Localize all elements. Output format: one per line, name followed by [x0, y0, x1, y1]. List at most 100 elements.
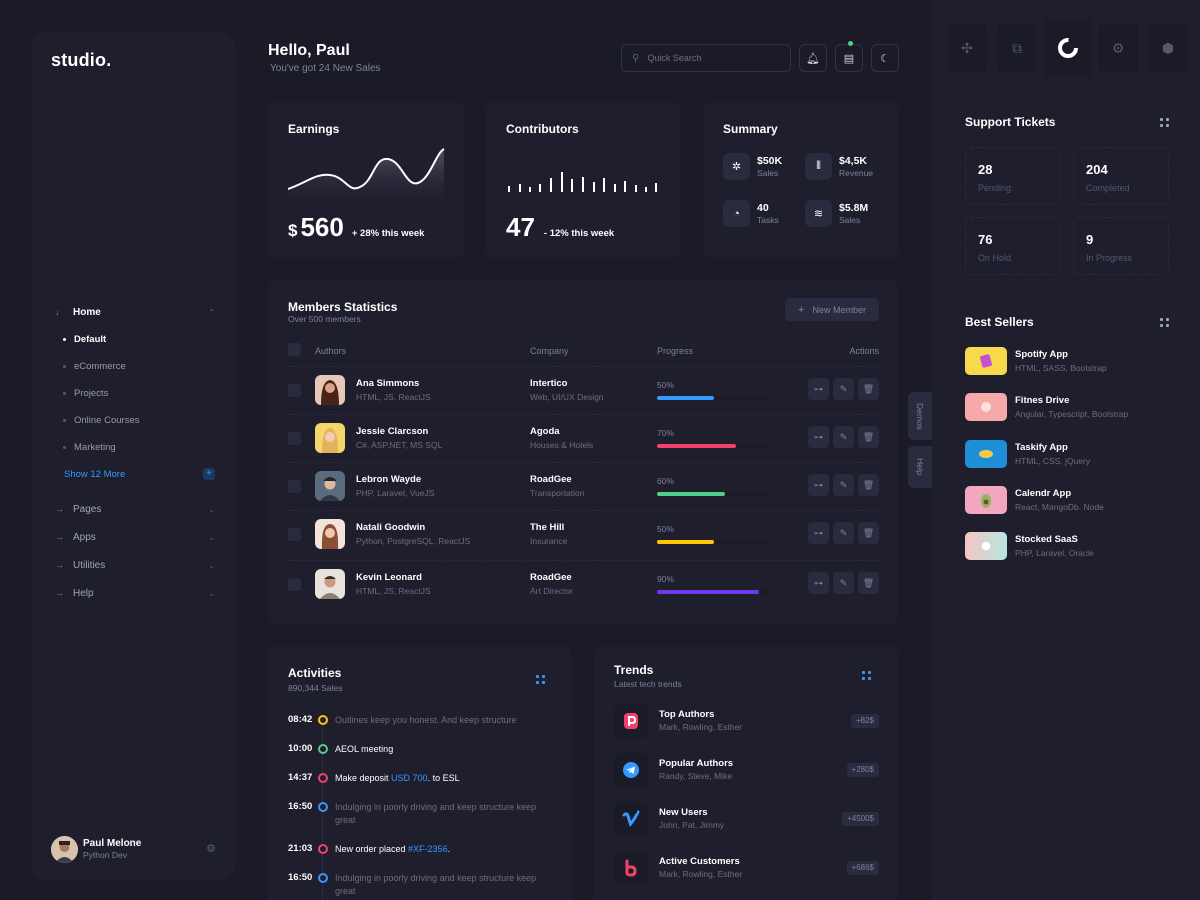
menu-dots-icon[interactable] — [862, 671, 872, 681]
sidebar-item-apps[interactable]: → Apps ⌄ — [31, 523, 235, 551]
sidebar-item-pages[interactable]: → Pages ⌄ — [31, 495, 235, 523]
logo[interactable]: studio. — [51, 50, 111, 71]
search-icon: ⚲ — [632, 52, 640, 64]
help-tab[interactable]: Help — [908, 446, 932, 488]
progress-label: 60% — [657, 476, 675, 486]
fan-icon[interactable]: ✣ — [947, 23, 987, 73]
trend-item[interactable]: Popular Authors Randy, Steve, Mike +280$ — [614, 753, 879, 789]
layers-icon[interactable]: ⧉ — [997, 23, 1037, 73]
toggle-button[interactable]: ⊶ — [808, 378, 829, 400]
sidebar-subitem-label: Default — [74, 334, 107, 345]
summary-label: Sales — [757, 168, 779, 178]
edit-button[interactable]: ✎ — [833, 426, 854, 448]
member-company-sub: Insurance — [530, 536, 568, 546]
edit-button[interactable]: ✎ — [833, 572, 854, 594]
column-header: Authors — [315, 346, 347, 356]
row-checkbox[interactable] — [288, 528, 301, 541]
sidebar-item-help[interactable]: → Help ⌄ — [31, 579, 235, 607]
seller-item[interactable]: Taskify App HTML, CSS, jQuery — [965, 440, 1175, 470]
timeline-dot — [318, 744, 328, 754]
new-member-button[interactable]: + New Member — [785, 298, 879, 321]
delete-button[interactable]: 🗑︎ — [858, 474, 879, 496]
member-name[interactable]: Kevin Leonard — [356, 572, 422, 583]
bullet-icon — [63, 446, 66, 449]
demos-tab[interactable]: Demos — [908, 392, 932, 440]
sidebar-subitem-online-courses[interactable]: Online Courses — [31, 407, 235, 434]
seller-item[interactable]: Fitnes Drive Angular, Typescript, Bootst… — [965, 393, 1175, 423]
member-name[interactable]: Ana Simmons — [356, 378, 419, 389]
plus-icon: + — [203, 468, 215, 480]
row-checkbox[interactable] — [288, 480, 301, 493]
avatar — [315, 423, 345, 453]
messages-button[interactable]: ▤ — [835, 41, 863, 72]
search-input[interactable] — [647, 53, 778, 63]
sidebar-item-utilities[interactable]: → Utilities ⌄ — [31, 551, 235, 579]
chevron-up-icon: ⌃ — [208, 307, 215, 317]
seller-item[interactable]: Stocked SaaS PHP, Laravel, Oracle — [965, 532, 1175, 562]
contributors-delta: - 12% this week — [543, 228, 615, 239]
seller-item[interactable]: Calendr App React, MangoDb. Node — [965, 486, 1175, 516]
sidebar-subitem-ecommerce[interactable]: eCommerce — [31, 353, 235, 380]
row-checkbox[interactable] — [288, 578, 301, 591]
menu-dots-icon[interactable] — [536, 675, 546, 685]
deposit-link[interactable]: USD 700 — [391, 773, 428, 783]
progress-fill — [657, 540, 714, 544]
row-checkbox[interactable] — [288, 432, 301, 445]
sidebar-subitem-default[interactable]: Default — [31, 326, 235, 353]
menu-dots-icon[interactable] — [1160, 318, 1170, 328]
toggle-button[interactable]: ⊶ — [808, 522, 829, 544]
bullet-icon — [63, 338, 66, 341]
activity-text: Make deposit USD 700. to ESL — [335, 773, 460, 783]
earnings-sparkline — [288, 148, 445, 209]
delete-button[interactable]: 🗑︎ — [858, 522, 879, 544]
trend-item[interactable]: New Users John, Pat, Jimmy +4500$ — [614, 802, 879, 838]
edit-button[interactable]: ✎ — [833, 474, 854, 496]
show-more-link[interactable]: Show 12 More + — [31, 461, 235, 487]
gear-icon[interactable]: ⚙ — [1098, 23, 1138, 73]
toggle-button[interactable]: ⊶ — [808, 426, 829, 448]
telegram-icon — [614, 753, 648, 787]
edit-button[interactable]: ✎ — [833, 522, 854, 544]
search-box[interactable]: ⚲ — [621, 44, 791, 72]
sidebar-subitem-marketing[interactable]: Marketing — [31, 434, 235, 461]
progress-fill — [657, 444, 737, 448]
gear-icon[interactable]: ⚙ — [206, 842, 216, 855]
contributors-bars — [508, 172, 657, 192]
summary-label: Revenue — [839, 168, 874, 178]
bebo-icon — [614, 851, 648, 885]
ring-icon[interactable] — [1044, 19, 1092, 77]
delete-button[interactable]: 🗑︎ — [858, 378, 879, 400]
member-name[interactable]: Natali Goodwin — [356, 522, 425, 533]
product-thumbnail — [965, 393, 1007, 421]
trend-item[interactable]: Active Customers Mark, Rowling, Esther +… — [614, 851, 879, 887]
user-profile[interactable]: Paul Melone Python Dev ⚙ — [51, 835, 216, 863]
sidebar-item-label: Pages — [73, 503, 102, 515]
notifications-button[interactable]: 🔔︎ — [799, 44, 827, 72]
bell-icon: 🔔︎ — [806, 52, 820, 65]
activity-time: 08:42 — [288, 714, 313, 725]
member-name[interactable]: Lebron Wayde — [356, 474, 421, 485]
hexagon-icon[interactable]: ⬢ — [1148, 23, 1188, 73]
activity-time: 21:03 — [288, 843, 313, 854]
sidebar-subitem-label: Online Courses — [74, 415, 140, 426]
trend-name: Active Customers — [659, 856, 740, 867]
toggle-button[interactable]: ⊶ — [808, 474, 829, 496]
table-row: Lebron Wayde PHP, Laravel, VueJS RoadGee… — [288, 462, 879, 510]
menu-dots-icon[interactable] — [1160, 118, 1170, 128]
trend-item[interactable]: Top Authors Mark, Rowling, Esther +82$ — [614, 704, 879, 740]
delete-button[interactable]: 🗑︎ — [858, 426, 879, 448]
edit-button[interactable]: ✎ — [833, 378, 854, 400]
refresh-icon: ◔ — [723, 200, 750, 227]
sidebar-subitem-projects[interactable]: Projects — [31, 380, 235, 407]
row-checkbox[interactable] — [288, 384, 301, 397]
select-all-checkbox[interactable] — [288, 343, 301, 356]
seller-item[interactable]: Spotify App HTML, SASS, Bootstrap — [965, 347, 1175, 377]
ticket-stat: 9 In Progress — [1073, 217, 1169, 275]
theme-toggle-button[interactable]: ☾ — [871, 44, 899, 72]
progress-fill — [657, 492, 725, 496]
sidebar-item-home[interactable]: ↓ Home ⌃ — [31, 298, 235, 326]
order-link[interactable]: #XF-2356 — [408, 844, 448, 854]
toggle-button[interactable]: ⊶ — [808, 572, 829, 594]
delete-button[interactable]: 🗑︎ — [858, 572, 879, 594]
member-name[interactable]: Jessie Clarcson — [356, 426, 428, 437]
